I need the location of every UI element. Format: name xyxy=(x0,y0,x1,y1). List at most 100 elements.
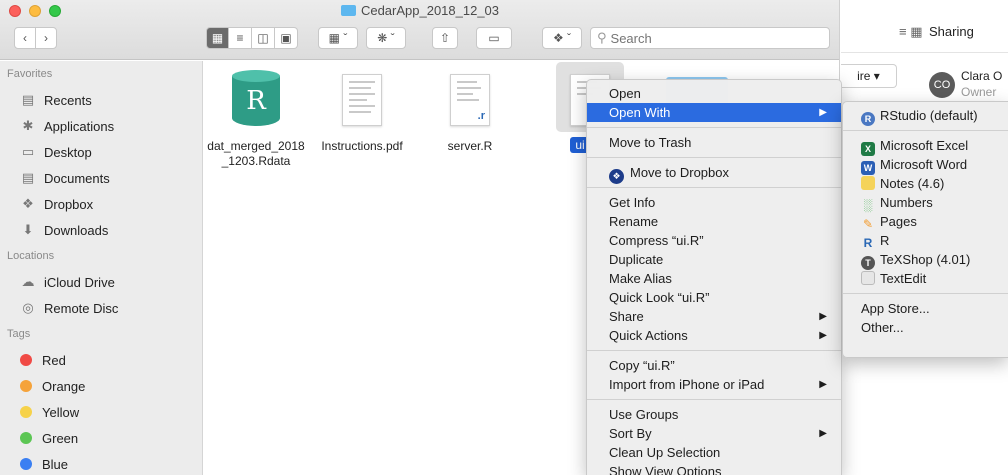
submenu-arrow-icon: ▶ xyxy=(819,428,827,439)
sidebar-tag-yellow[interactable]: Yellow xyxy=(0,399,202,425)
sidebar-item-icloud-drive[interactable]: ☁ iCloud Drive xyxy=(0,269,202,295)
forward-button[interactable]: › xyxy=(35,27,57,49)
person-name: Clara O xyxy=(961,69,1003,83)
sidebar-item-applications[interactable]: ✱ Applications xyxy=(0,113,202,139)
menu-item-quick-actions[interactable]: Quick Actions ▶ xyxy=(587,326,841,345)
open-with-textedit[interactable]: TextEdit xyxy=(843,269,1008,288)
sidebar: Favorites ▤ Recents ✱ Applications ▭ Deskto… xyxy=(0,61,203,475)
submenu-arrow-icon: ▶ xyxy=(819,107,827,118)
open-with-texshop[interactable]: T TeXShop (4.01) xyxy=(843,250,1008,270)
r-script-file-icon: .r xyxy=(450,74,490,126)
chevron-right-icon: › xyxy=(44,31,48,45)
menu-item-use-groups[interactable]: Use Groups xyxy=(587,405,841,424)
applications-icon: ✱ xyxy=(22,118,34,133)
menu-separator xyxy=(587,127,841,128)
file-item-instructions-pdf[interactable]: Instructions.pdf xyxy=(312,65,412,154)
menu-item-share[interactable]: Share ▶ xyxy=(587,307,841,326)
menu-separator xyxy=(843,293,1008,294)
group-button[interactable]: ▦ ˇ xyxy=(318,27,358,49)
column-view-button[interactable]: ◫ xyxy=(252,27,275,49)
menu-item-move-to-trash[interactable]: Move to Trash xyxy=(587,133,841,152)
chevron-left-icon: ‹ xyxy=(23,31,27,45)
open-with-word[interactable]: W Microsoft Word xyxy=(843,155,1008,175)
open-with-excel[interactable]: X Microsoft Excel xyxy=(843,136,1008,156)
list-menu-icon[interactable]: ≡ ▦ xyxy=(899,24,922,40)
sidebar-section-locations: Locations xyxy=(7,250,55,262)
sidebar-tag-red[interactable]: Red xyxy=(0,347,202,373)
downloads-icon: ⬇ xyxy=(22,222,34,237)
search-input[interactable] xyxy=(610,30,811,46)
context-menu: Open Open With ▶ Move to Trash ❖ Move to D… xyxy=(586,79,842,475)
r-icon: R xyxy=(863,236,873,250)
menu-item-show-view-options[interactable]: Show View Options xyxy=(587,462,841,475)
dropbox-icon: ❖ ˇ xyxy=(552,31,572,45)
notes-icon xyxy=(861,176,875,190)
sharing-title: Sharing xyxy=(929,24,974,39)
sidebar-tag-green[interactable]: Green xyxy=(0,425,202,451)
tag-color-dot xyxy=(20,380,32,392)
menu-item-get-info[interactable]: Get Info xyxy=(587,193,841,212)
open-with-rstudio[interactable]: R RStudio (default) xyxy=(843,106,1008,126)
menu-separator xyxy=(587,157,841,158)
icon-view-button[interactable]: ▦ xyxy=(206,27,229,49)
cloud-icon: ☁ xyxy=(21,274,35,289)
menu-item-open[interactable]: Open xyxy=(587,84,841,103)
sidebar-tag-orange[interactable]: Orange xyxy=(0,373,202,399)
menu-item-import[interactable]: Import from iPhone or iPad ▶ xyxy=(587,375,841,394)
sidebar-item-documents[interactable]: ▤ Documents xyxy=(0,165,202,191)
menu-separator xyxy=(587,187,841,188)
menu-item-compress[interactable]: Compress “ui.R” xyxy=(587,231,841,250)
file-item-server-r[interactable]: .r server.R xyxy=(420,65,520,154)
menu-item-duplicate[interactable]: Duplicate xyxy=(587,250,841,269)
file-name: dat_merged_2018 _1203.Rdata xyxy=(207,139,305,168)
back-button[interactable]: ‹ xyxy=(14,27,36,49)
grid-icon: ▦ xyxy=(211,31,224,45)
open-with-numbers[interactable]: ░ Numbers xyxy=(843,193,1008,212)
sidebar-section-favorites: Favorites xyxy=(7,68,53,80)
sidebar-item-downloads[interactable]: ⬇ Downloads xyxy=(0,217,202,243)
submenu-arrow-icon: ▶ xyxy=(819,311,827,322)
sidebar-item-desktop[interactable]: ▭ Desktop xyxy=(0,139,202,165)
gear-icon: ❋ ˇ xyxy=(377,31,395,45)
open-with-r[interactable]: RR xyxy=(843,231,1008,250)
action-button[interactable]: ❋ ˇ xyxy=(366,27,406,49)
open-with-app-store[interactable]: App Store... xyxy=(843,299,1008,318)
columns-icon: ◫ xyxy=(257,31,269,45)
sidebar-section-tags: Tags xyxy=(7,328,31,340)
tag-color-dot xyxy=(20,354,32,366)
pages-icon: ✎ xyxy=(862,217,874,231)
menu-item-make-alias[interactable]: Make Alias xyxy=(587,269,841,288)
tag-button[interactable]: ▭ xyxy=(476,27,512,49)
sidebar-item-dropbox[interactable]: ❖ Dropbox xyxy=(0,191,202,217)
gallery-view-button[interactable]: ▣ xyxy=(275,27,298,49)
menu-item-sort-by[interactable]: Sort By ▶ xyxy=(587,424,841,443)
menu-item-quick-look[interactable]: Quick Look “ui.R” xyxy=(587,288,841,307)
menu-item-clean-up[interactable]: Clean Up Selection xyxy=(587,443,841,462)
file-name: server.R xyxy=(447,139,493,153)
recents-icon: ▤ xyxy=(21,92,35,107)
share-button[interactable]: ⇧ xyxy=(432,27,458,49)
menu-item-move-to-dropbox[interactable]: ❖ Move to Dropbox xyxy=(587,163,841,184)
menu-item-copy[interactable]: Copy “ui.R” xyxy=(587,356,841,375)
sidebar-tag-blue[interactable]: Blue xyxy=(0,451,202,475)
open-with-notes[interactable]: Notes (4.6) xyxy=(843,174,1008,193)
sidebar-item-recents[interactable]: ▤ Recents xyxy=(0,87,202,113)
open-with-other[interactable]: Other... xyxy=(843,318,1008,337)
window-title: CedarApp_2018_12_03 xyxy=(0,3,839,18)
textedit-icon xyxy=(861,271,875,285)
word-icon: W xyxy=(861,161,875,175)
share-dropdown-button[interactable]: ire ▾ xyxy=(841,64,897,88)
menu-item-open-with[interactable]: Open With ▶ xyxy=(587,103,841,122)
view-mode-group: ▦ ≡ ◫ ▣ xyxy=(206,27,298,49)
file-item-rdata[interactable]: R dat_merged_2018 _1203.Rdata xyxy=(206,65,306,169)
menu-item-rename[interactable]: Rename xyxy=(587,212,841,231)
person-role: Owner xyxy=(961,85,997,99)
list-view-button[interactable]: ≡ xyxy=(229,27,252,49)
open-with-pages[interactable]: ✎ Pages xyxy=(843,212,1008,231)
sidebar-item-remote-disc[interactable]: ◎ Remote Disc xyxy=(0,295,202,321)
search-field[interactable]: ⚲ xyxy=(590,27,830,49)
documents-icon: ▤ xyxy=(21,170,35,185)
menu-separator xyxy=(843,130,1008,131)
dropbox-toolbar-button[interactable]: ❖ ˇ xyxy=(542,27,582,49)
open-with-submenu: R RStudio (default) X Microsoft Excel W Mic… xyxy=(842,101,1008,358)
